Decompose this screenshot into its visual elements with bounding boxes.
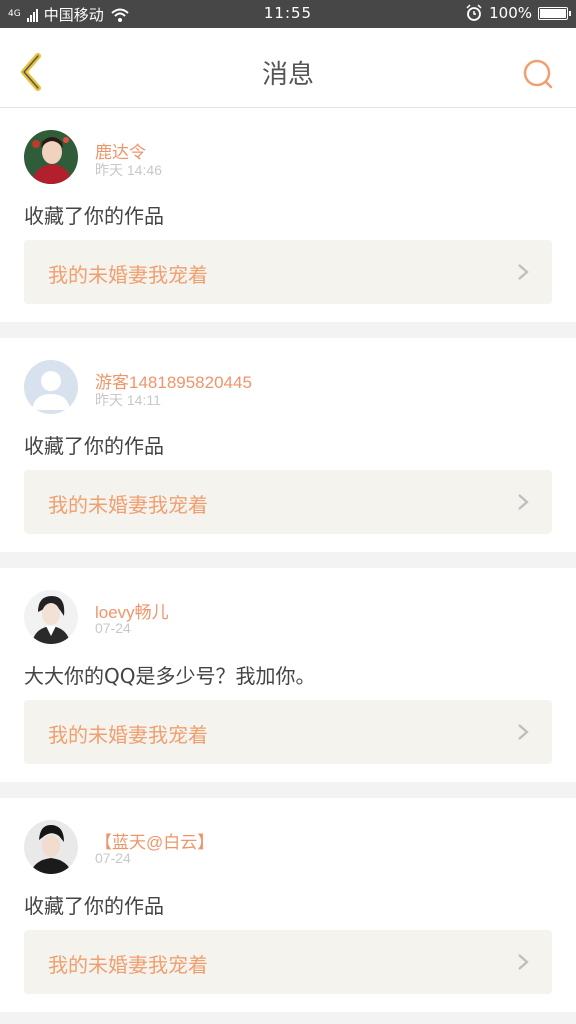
user-avatar[interactable] — [24, 820, 78, 874]
chevron-right-icon — [518, 264, 529, 280]
work-title: 我的未婚妻我宠着 — [48, 953, 208, 977]
header: 消息 — [0, 28, 576, 108]
chevron-right-icon — [518, 724, 529, 740]
message-time: 07-24 — [95, 850, 131, 866]
message-card: loevy畅儿 07-24 大大你的QQ是多少号？我加你。 我的未婚妻我宠着 — [0, 568, 576, 782]
message-list: 鹿达令 昨天 14:46 收藏了你的作品 我的未婚妻我宠着 游客14818958… — [0, 108, 576, 1012]
separator — [0, 552, 576, 568]
work-link[interactable]: 我的未婚妻我宠着 — [24, 700, 552, 764]
search-icon — [523, 59, 553, 89]
alarm-icon — [466, 4, 482, 21]
message-content: 收藏了你的作品 — [24, 204, 164, 228]
message-card: 游客1481895820445 昨天 14:11 收藏了你的作品 我的未婚妻我宠… — [0, 338, 576, 552]
message-time: 昨天 14:11 — [95, 392, 161, 408]
message-content: 大大你的QQ是多少号？我加你。 — [24, 664, 316, 688]
page-title: 消息 — [261, 60, 314, 90]
message-card: 鹿达令 昨天 14:46 收藏了你的作品 我的未婚妻我宠着 — [0, 108, 576, 322]
message-card: 【蓝天@白云】 07-24 收藏了你的作品 我的未婚妻我宠着 — [0, 798, 576, 1012]
work-link[interactable]: 我的未婚妻我宠着 — [24, 240, 552, 304]
battery-icon — [538, 6, 571, 20]
battery-fill — [540, 8, 566, 18]
message-content: 收藏了你的作品 — [24, 894, 164, 918]
message-time: 07-24 — [95, 620, 131, 636]
message-content: 收藏了你的作品 — [24, 434, 164, 458]
work-title: 我的未婚妻我宠着 — [48, 493, 208, 517]
user-avatar[interactable] — [24, 590, 78, 644]
separator — [0, 782, 576, 798]
user-avatar[interactable] — [24, 130, 78, 184]
status-right: 100% — [465, 4, 571, 22]
work-title: 我的未婚妻我宠着 — [48, 723, 208, 747]
search-button[interactable] — [522, 58, 554, 90]
work-title: 我的未婚妻我宠着 — [48, 263, 208, 287]
status-bar: 4G 中国移动 11:55 100% — [0, 0, 576, 28]
user-avatar[interactable] — [24, 360, 78, 414]
work-link[interactable]: 我的未婚妻我宠着 — [24, 930, 552, 994]
battery-percent: 100% — [489, 4, 532, 22]
work-link[interactable]: 我的未婚妻我宠着 — [24, 470, 552, 534]
separator — [0, 322, 576, 338]
chevron-right-icon — [518, 494, 529, 510]
chevron-right-icon — [518, 954, 529, 970]
message-time: 昨天 14:46 — [95, 162, 162, 178]
